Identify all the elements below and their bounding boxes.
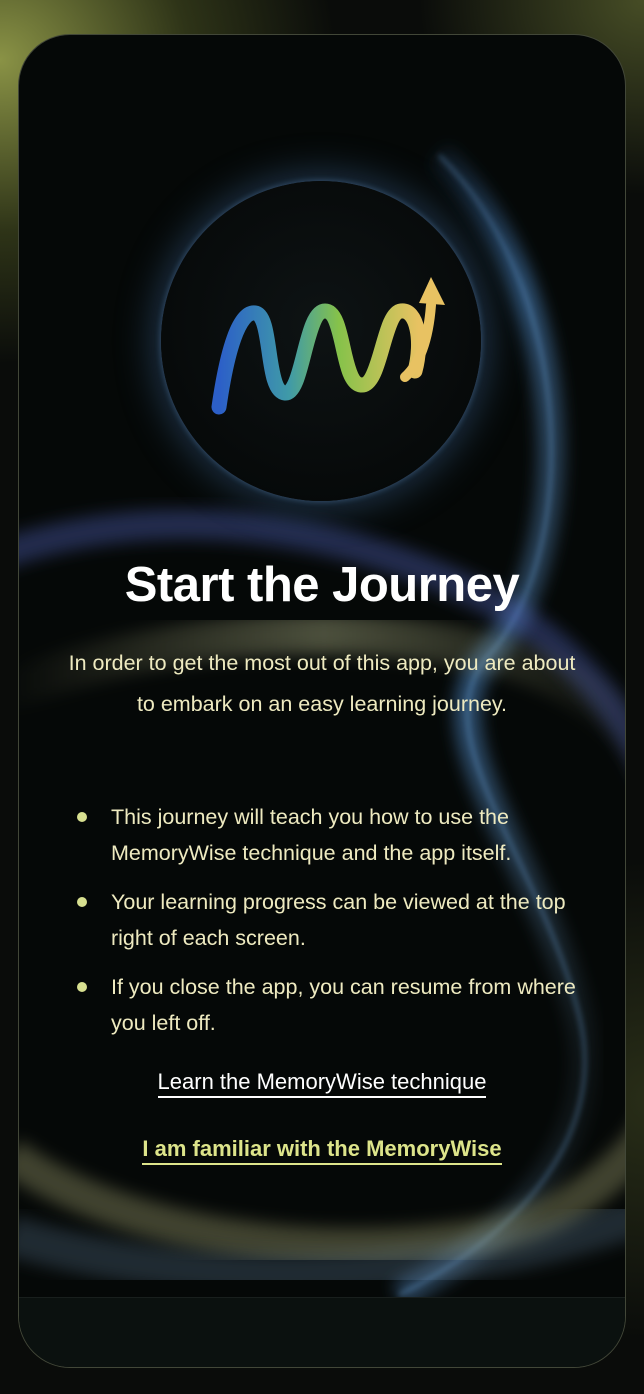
list-item: If you close the app, you can resume fro… [77, 969, 577, 1041]
intro-text: In order to get the most out of this app… [68, 651, 576, 716]
page-title: Start the Journey [124, 558, 520, 612]
list-item-text: Your learning progress can be viewed at … [111, 890, 566, 950]
learn-technique-link-row: Learn the MemoryWise technique [19, 1069, 625, 1098]
bottom-bar [19, 1297, 625, 1367]
info-list: This journey will teach you how to use t… [77, 799, 577, 1054]
bullet-dot-icon [77, 897, 87, 907]
list-item-text: If you close the app, you can resume fro… [111, 975, 576, 1035]
bullet-dot-icon [77, 982, 87, 992]
familiar-with-memorywise-link[interactable]: I am familiar with the MemoryWise [142, 1136, 502, 1165]
familiar-link-row: I am familiar with the MemoryWise [19, 1136, 625, 1165]
bullet-dot-icon [77, 812, 87, 822]
learn-technique-link[interactable]: Learn the MemoryWise technique [157, 1069, 487, 1098]
phone-frame: Start the Journey In order to get the mo… [18, 34, 626, 1368]
memorywise-logo-icon [211, 277, 445, 415]
list-item: This journey will teach you how to use t… [77, 799, 577, 871]
logo-badge [161, 181, 481, 501]
list-item-text: This journey will teach you how to use t… [111, 805, 512, 865]
list-item: Your learning progress can be viewed at … [77, 884, 577, 956]
